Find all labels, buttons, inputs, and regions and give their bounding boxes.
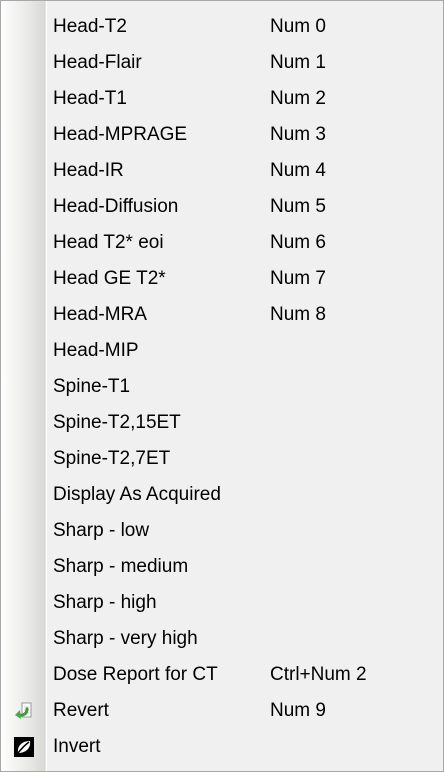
menu-item-head-ir[interactable]: Head-IR Num 4 (1, 153, 443, 189)
menu-item-sharp-medium[interactable]: Sharp - medium (1, 549, 443, 585)
menu-item-label: Head-IR (53, 160, 124, 181)
menu-item-head-ge-t2[interactable]: Head GE T2* Num 7 (1, 261, 443, 297)
menu-item-head-flair[interactable]: Head-Flair Num 1 (1, 45, 443, 81)
menu-item-shortcut: Num 8 (270, 304, 326, 325)
menu-item-label: Display As Acquired (53, 484, 221, 505)
menu-item-sharp-high[interactable]: Sharp - high (1, 585, 443, 621)
context-menu: Head-T2 Num 0 Head-Flair Num 1 Head-T1 N… (0, 0, 444, 772)
menu-item-head-t2-eoi[interactable]: Head T2* eoi Num 6 (1, 225, 443, 261)
menu-item-label: Head-MRA (53, 304, 147, 325)
menu-item-label: Head-MPRAGE (53, 124, 188, 145)
menu-item-label: Spine-T2,7ET (53, 448, 171, 469)
menu-item-shortcut: Num 6 (270, 232, 326, 253)
menu-item-shortcut: Num 9 (270, 700, 326, 721)
invert-contrast-icon (13, 736, 35, 758)
menu-item-label: Head T2* eoi (53, 232, 164, 253)
menu-item-label: Head-MIP (53, 340, 139, 361)
menu-item-sharp-very-high[interactable]: Sharp - very high (1, 621, 443, 657)
menu-item-revert[interactable]: Revert Num 9 (1, 693, 443, 729)
menu-item-head-diffusion[interactable]: Head-Diffusion Num 5 (1, 189, 443, 225)
revert-arrow-icon (13, 700, 35, 722)
menu-item-head-mip[interactable]: Head-MIP (1, 333, 443, 369)
menu-item-label: Sharp - very high (53, 628, 198, 649)
menu-item-sharp-low[interactable]: Sharp - low (1, 513, 443, 549)
menu-item-shortcut: Num 0 (270, 16, 326, 37)
menu-item-label: Revert (53, 700, 109, 721)
menu-item-spine-t2-15et[interactable]: Spine-T2,15ET (1, 405, 443, 441)
menu-item-head-t1[interactable]: Head-T1 Num 2 (1, 81, 443, 117)
menu-item-label: Spine-T1 (53, 376, 131, 397)
menu-item-head-t2[interactable]: Head-T2 Num 0 (1, 9, 443, 45)
menu-item-spine-t1[interactable]: Spine-T1 (1, 369, 443, 405)
menu-item-head-mprage[interactable]: Head-MPRAGE Num 3 (1, 117, 443, 153)
menu-item-shortcut: Ctrl+Num 2 (270, 664, 367, 685)
menu-item-shortcut: Num 2 (270, 88, 326, 109)
menu-item-label: Spine-T2,15ET (53, 412, 181, 433)
menu-item-label: Sharp - low (53, 520, 150, 541)
menu-item-dose-report-ct[interactable]: Dose Report for CT Ctrl+Num 2 (1, 657, 443, 693)
menu-item-shortcut: Num 1 (270, 52, 326, 73)
menu-item-head-mra[interactable]: Head-MRA Num 8 (1, 297, 443, 333)
menu-item-label: Sharp - medium (53, 556, 189, 577)
menu-item-label: Head-Diffusion (53, 196, 179, 217)
menu-item-shortcut: Num 4 (270, 160, 326, 181)
menu-item-label: Head-Flair (53, 52, 142, 73)
menu-item-invert[interactable]: Invert (1, 729, 443, 765)
menu-item-label: Invert (53, 736, 101, 757)
menu-item-label: Head GE T2* (53, 268, 166, 289)
menu-item-label: Dose Report for CT (53, 664, 218, 685)
menu-items: Head-T2 Num 0 Head-Flair Num 1 Head-T1 N… (1, 9, 443, 765)
menu-item-spine-t2-7et[interactable]: Spine-T2,7ET (1, 441, 443, 477)
menu-item-shortcut: Num 5 (270, 196, 326, 217)
menu-item-label: Sharp - high (53, 592, 157, 613)
menu-item-display-as-acquired[interactable]: Display As Acquired (1, 477, 443, 513)
menu-item-label: Head-T2 (53, 16, 127, 37)
menu-item-shortcut: Num 7 (270, 268, 326, 289)
menu-item-label: Head-T1 (53, 88, 127, 109)
menu-item-shortcut: Num 3 (270, 124, 326, 145)
